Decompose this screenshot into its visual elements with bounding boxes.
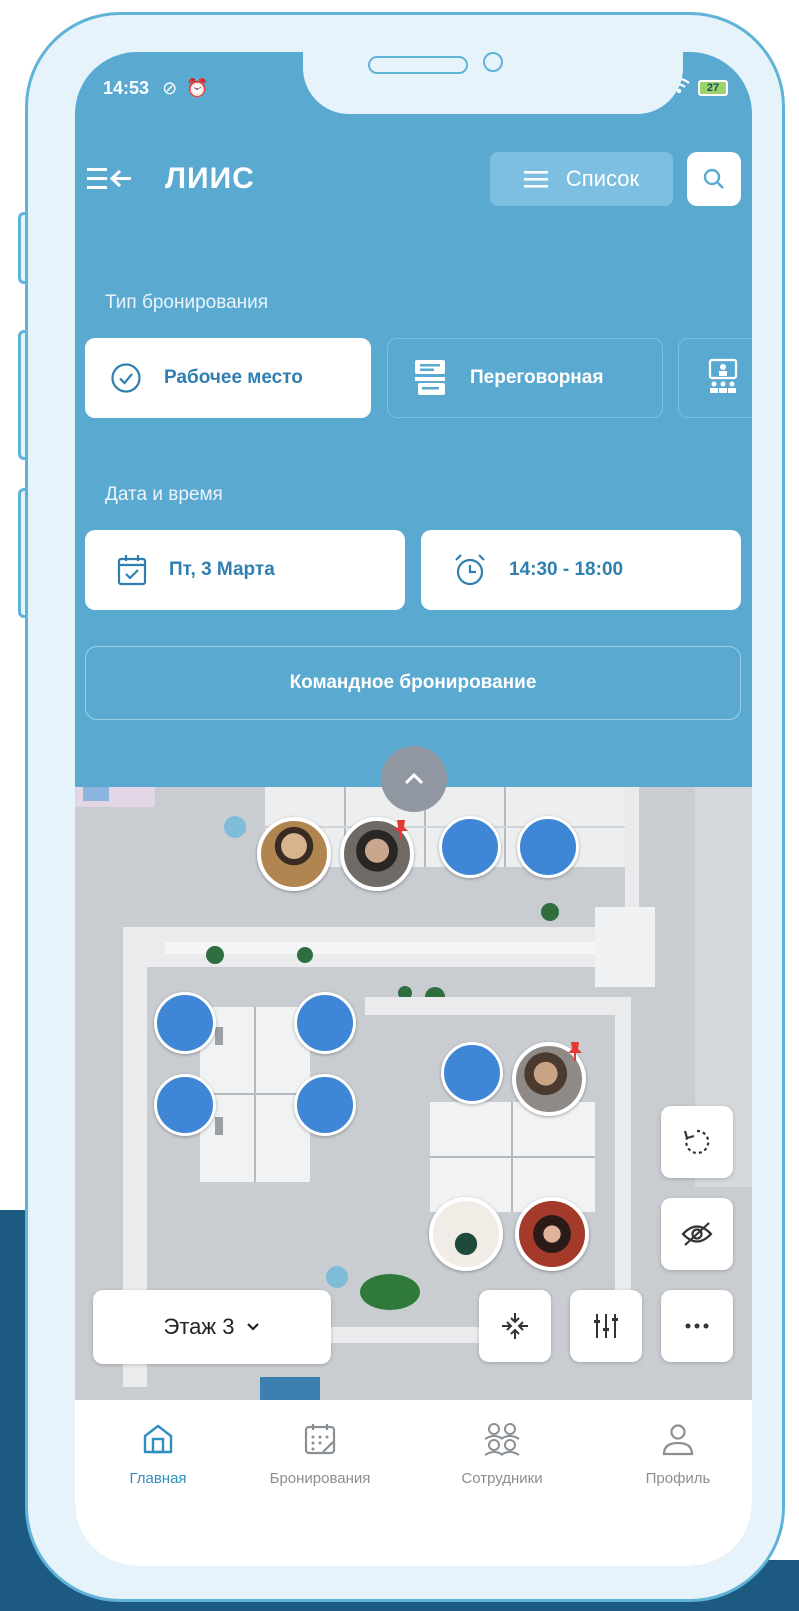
occupied-seat-avatar[interactable] <box>515 1197 589 1271</box>
occupied-seat-avatar[interactable] <box>257 817 331 891</box>
time-value: 14:30 - 18:00 <box>509 559 624 580</box>
team-booking-button[interactable]: Командное бронирование <box>85 646 741 720</box>
toggle-visibility-button[interactable] <box>661 1198 733 1270</box>
tab-bookings[interactable]: Бронирования <box>235 1422 405 1487</box>
more-horizontal-icon <box>685 1323 709 1329</box>
canvas: 14:53 ⊘ ⏰ 27 ЛИИС Список Тип бронировани… <box>0 0 799 1611</box>
booking-type-conference-hall[interactable] <box>678 338 752 418</box>
alarm-clock-icon <box>455 554 485 586</box>
booking-type-workplace[interactable]: Рабочее место <box>85 338 371 418</box>
tab-employees[interactable]: Сотрудники <box>417 1422 587 1487</box>
tab-home-label: Главная <box>129 1470 187 1487</box>
tab-profile[interactable]: Профиль <box>593 1422 752 1487</box>
seat-free[interactable] <box>154 1074 216 1136</box>
bottom-tab-bar: Главная Бронирования Сотрудники Профиль <box>75 1400 752 1566</box>
app-screen: 14:53 ⊘ ⏰ 27 ЛИИС Список Тип бронировани… <box>75 52 752 1566</box>
seat-free[interactable] <box>154 992 216 1054</box>
list-view-button[interactable]: Список <box>490 152 673 206</box>
chevron-up-icon <box>404 772 424 785</box>
datetime-label: Дата и время <box>105 484 223 505</box>
seat-free[interactable] <box>439 816 501 878</box>
alarm-icon: ⏰ <box>186 78 209 98</box>
time-picker[interactable]: 14:30 - 18:00 <box>421 530 741 610</box>
search-button[interactable] <box>687 152 741 206</box>
date-picker[interactable]: Пт, 3 Марта <box>85 530 405 610</box>
rotate-icon <box>683 1129 710 1155</box>
tab-bookings-label: Бронирования <box>269 1470 371 1487</box>
booking-type-workplace-label: Рабочее место <box>164 367 303 388</box>
presentation-icon <box>708 358 738 393</box>
search-icon <box>703 168 724 189</box>
reset-view-button[interactable] <box>661 1106 733 1178</box>
seat-free[interactable] <box>294 992 356 1054</box>
floor-selector[interactable]: Этаж 3 <box>93 1290 331 1364</box>
booking-type-meeting-room[interactable]: Переговорная <box>387 338 663 418</box>
phone-camera <box>483 52 503 72</box>
list-view-label: Список <box>565 166 640 191</box>
chevron-down-icon <box>247 1323 260 1331</box>
date-value: Пт, 3 Марта <box>169 559 275 580</box>
users-icon <box>484 1423 520 1456</box>
tab-home[interactable]: Главная <box>75 1422 243 1487</box>
filters-button[interactable] <box>570 1290 642 1362</box>
fit-to-screen-button[interactable] <box>479 1290 551 1362</box>
calendar-icon <box>117 555 147 586</box>
pin-icon <box>568 1042 582 1061</box>
user-icon <box>662 1424 694 1456</box>
notification-off-icon: ⊘ <box>162 78 178 98</box>
floor-label: Этаж 3 <box>163 1314 235 1339</box>
booking-type-meeting-room-label: Переговорная <box>470 367 604 388</box>
tab-employees-label: Сотрудники <box>461 1470 543 1487</box>
eye-off-icon <box>681 1222 713 1246</box>
collapse-arrows-icon <box>502 1313 528 1339</box>
menu-collapse-icon[interactable] <box>87 162 135 203</box>
battery-icon: 27 <box>698 80 728 96</box>
home-icon <box>143 1424 173 1454</box>
collapse-panel-button[interactable] <box>381 746 447 812</box>
seat-free[interactable] <box>517 816 579 878</box>
calendar-grid-icon <box>304 1424 336 1455</box>
check-circle-icon <box>111 363 141 393</box>
sliders-icon <box>594 1314 618 1338</box>
pin-icon <box>394 820 408 839</box>
meeting-room-icon <box>415 360 445 395</box>
phone-speaker <box>368 56 468 74</box>
app-header: ЛИИС Список <box>75 152 752 212</box>
seat-free[interactable] <box>294 1074 356 1136</box>
tab-profile-label: Профиль <box>645 1470 711 1487</box>
status-time: 14:53 ⊘ ⏰ <box>103 78 209 98</box>
booking-type-label: Тип бронирования <box>105 292 269 313</box>
seat-free[interactable] <box>441 1042 503 1104</box>
occupied-seat-avatar[interactable] <box>429 1197 503 1271</box>
app-title: ЛИИС <box>165 162 255 195</box>
more-options-button[interactable] <box>661 1290 733 1362</box>
list-icon <box>523 171 548 188</box>
